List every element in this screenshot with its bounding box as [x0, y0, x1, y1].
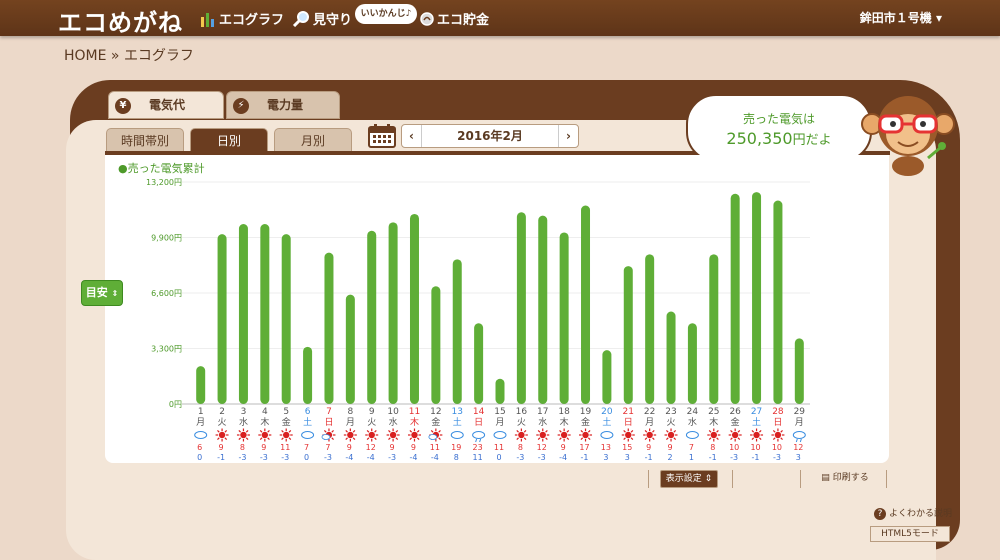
nav-item-mimamori[interactable]: 見守り [292, 9, 352, 31]
calendar-icon[interactable] [368, 124, 396, 152]
status-bubble: いいかんじ♪ [355, 4, 417, 24]
app-logo[interactable]: エコめがね [58, 3, 183, 38]
divider [732, 470, 733, 488]
divider [886, 470, 887, 488]
sold-electricity-bubble: 売った電気は 250,350円だよ [686, 94, 872, 162]
current-month: 2016年2月 [457, 129, 523, 143]
user-name: 鉾田市１号機 [859, 11, 932, 25]
user-menu[interactable]: 鉾田市１号機 ▾ [860, 9, 942, 26]
print-label: 印刷する [832, 473, 869, 483]
nav-item-label: エコ貯金 [437, 13, 490, 28]
tab-jikantai[interactable]: 時間帯別 [106, 128, 184, 152]
display-settings-button[interactable]: 表示設定 ⇕ [660, 470, 718, 488]
tab-label: 電力量 [267, 98, 304, 112]
target-label: 目安 [85, 286, 108, 299]
nav-item-ecograph[interactable]: エコグラフ [200, 9, 284, 31]
bubble-amount-line: 250,350円だよ [688, 129, 870, 148]
bubble-caption: 売った電気は [742, 112, 815, 126]
printer-icon: ▤ [821, 473, 830, 483]
tab-denkidai[interactable]: ¥ 電気代 [108, 91, 224, 119]
month-navigator: ‹ 2016年2月 › [401, 124, 579, 148]
nav-item-label: 見守り [313, 13, 353, 28]
chart-area [105, 155, 889, 463]
top-navbar: エコめがね エコグラフ 見守り いいかんじ♪ エコ貯金 鉾田市１号機 ▾ [0, 0, 1000, 38]
question-icon: ? [874, 508, 886, 520]
tab-label: 電気代 [149, 98, 186, 112]
prev-month-button[interactable]: ‹ [402, 125, 422, 147]
updown-icon: ⇕ [704, 474, 713, 484]
print-button[interactable]: ▤ 印刷する [812, 470, 878, 488]
updown-icon: ⇕ [111, 289, 119, 298]
help-link[interactable]: ? よくわかる説明 [874, 506, 952, 520]
chart-legend: ●売った電気累計 [118, 162, 205, 175]
bar-graph-icon [200, 11, 216, 31]
help-label: よくわかる説明 [889, 509, 953, 519]
lightning-icon: ⚡ [233, 97, 249, 114]
tab-hibetsu[interactable]: 日別 [190, 128, 268, 152]
coin-icon [420, 11, 434, 30]
magnifier-icon [292, 10, 310, 31]
nav-item-ecochokin[interactable]: エコ貯金 [420, 9, 489, 30]
sold-amount: 250,350 [726, 129, 793, 148]
target-toggle-button[interactable]: 目安 ⇕ [81, 280, 123, 306]
chevron-down-icon: ▾ [935, 11, 942, 25]
breadcrumb[interactable]: HOME » エコグラフ [64, 45, 194, 65]
divider [800, 470, 801, 488]
display-settings-label: 表示設定 [665, 474, 702, 484]
divider [648, 470, 649, 488]
tab-denryokuryo[interactable]: ⚡ 電力量 [226, 91, 340, 119]
bubble-suffix: 円だよ [792, 133, 832, 148]
next-month-button[interactable]: › [558, 125, 578, 147]
nav-item-label: エコグラフ [219, 13, 285, 28]
tab-tsukibetsu[interactable]: 月別 [274, 128, 352, 152]
yen-icon: ¥ [115, 97, 131, 114]
